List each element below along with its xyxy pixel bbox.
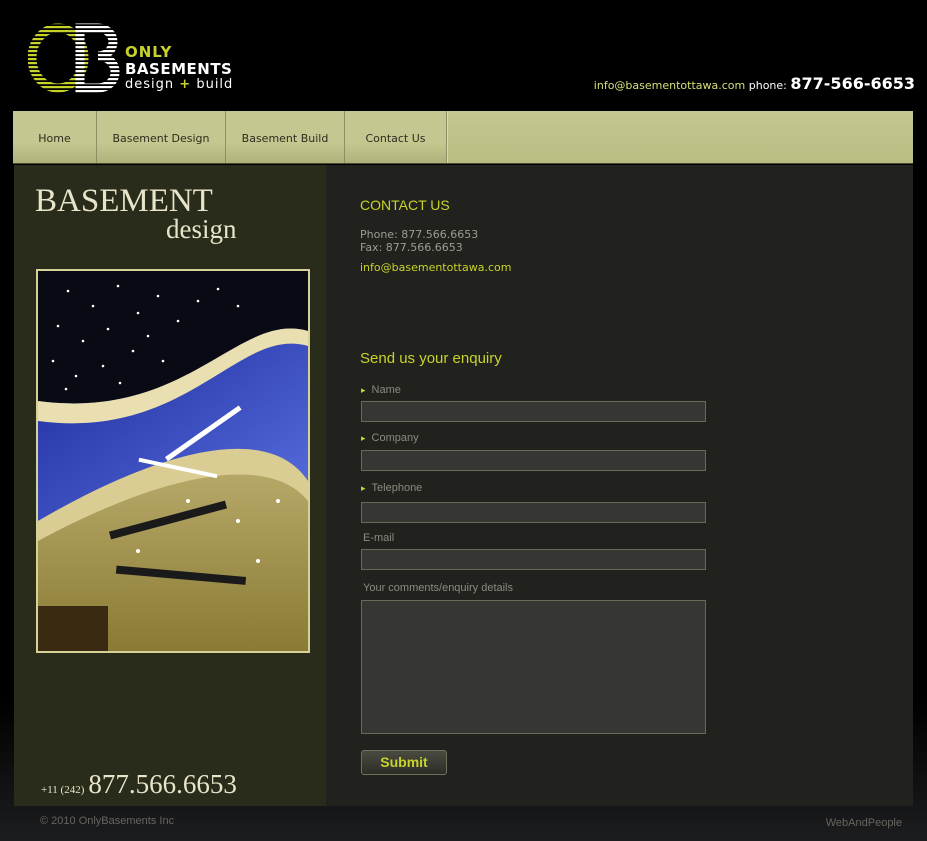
logo-text-only: ONLY xyxy=(125,43,173,61)
contact-phone: Phone: 877.566.6653 xyxy=(360,228,479,241)
logo-ob-mark xyxy=(28,23,120,93)
logo-tagline-build: build xyxy=(196,77,234,92)
sidebar: BASEMENT design +11 (242) 877.566.6653 xyxy=(14,165,326,806)
email-input[interactable] xyxy=(361,549,706,570)
footer-copyright: © 2010 OnlyBasements Inc xyxy=(40,815,175,827)
logo-tagline-design: design xyxy=(125,77,175,92)
sidebar-phone: +11 (242) 877.566.6653 xyxy=(41,769,237,800)
email-label: E-mail xyxy=(363,532,395,544)
company-label: ▸ Company xyxy=(361,432,419,444)
telephone-input[interactable] xyxy=(361,502,706,523)
comments-textarea[interactable] xyxy=(361,600,706,734)
required-arrow-icon: ▸ xyxy=(361,483,366,493)
contact-heading: CONTACT US xyxy=(360,197,450,213)
contact-email-link[interactable]: info@basementottawa.com xyxy=(360,261,511,274)
name-label-text: Name xyxy=(371,384,401,396)
logo-tagline-plus: + xyxy=(179,77,192,92)
submit-button[interactable]: Submit xyxy=(361,750,447,775)
company-input[interactable] xyxy=(361,450,706,471)
main-nav: Home Basement Design Basement Build Cont… xyxy=(13,111,913,164)
header-phone-number: 877-566-6653 xyxy=(790,74,915,93)
nav-item-basement-design[interactable]: Basement Design xyxy=(97,111,226,163)
nav-item-home[interactable]: Home xyxy=(13,111,97,163)
enquiry-heading: Send us your enquiry xyxy=(360,350,502,367)
required-arrow-icon: ▸ xyxy=(361,433,366,443)
company-label-text: Company xyxy=(371,432,419,444)
header-email-link[interactable]: info@basementottawa.com xyxy=(594,79,745,92)
nav-item-contact-us[interactable]: Contact Us xyxy=(345,111,447,163)
required-arrow-icon: ▸ xyxy=(361,385,366,395)
name-input[interactable] xyxy=(361,401,706,422)
contact-fax: Fax: 877.566.6653 xyxy=(360,241,463,254)
footer-credit-link[interactable]: WebAndPeople xyxy=(826,817,902,829)
nav-item-basement-build[interactable]: Basement Build xyxy=(226,111,345,163)
main-content: CONTACT US Phone: 877.566.6653 Fax: 877.… xyxy=(326,165,913,806)
comments-label: Your comments/enquiry details xyxy=(363,582,514,594)
telephone-label-text: Telephone xyxy=(371,482,423,494)
logo-text-basements: BASEMENTS xyxy=(125,60,233,78)
logo-tagline: design + build xyxy=(125,77,233,92)
sidebar-phone-number: 877.566.6653 xyxy=(88,769,237,799)
telephone-label: ▸ Telephone xyxy=(361,482,422,494)
header-contact: info@basementottawa.com phone: 877-566-6… xyxy=(594,74,915,93)
sidebar-phone-prefix: +11 (242) xyxy=(41,784,85,796)
site-logo[interactable]: ONLY BASEMENTS design + build xyxy=(28,22,238,94)
name-label: ▸ Name xyxy=(361,384,401,396)
sidebar-title-design: design xyxy=(166,214,237,244)
header-phone-label: phone: xyxy=(748,79,787,92)
basement-ceiling-photo xyxy=(36,269,310,653)
